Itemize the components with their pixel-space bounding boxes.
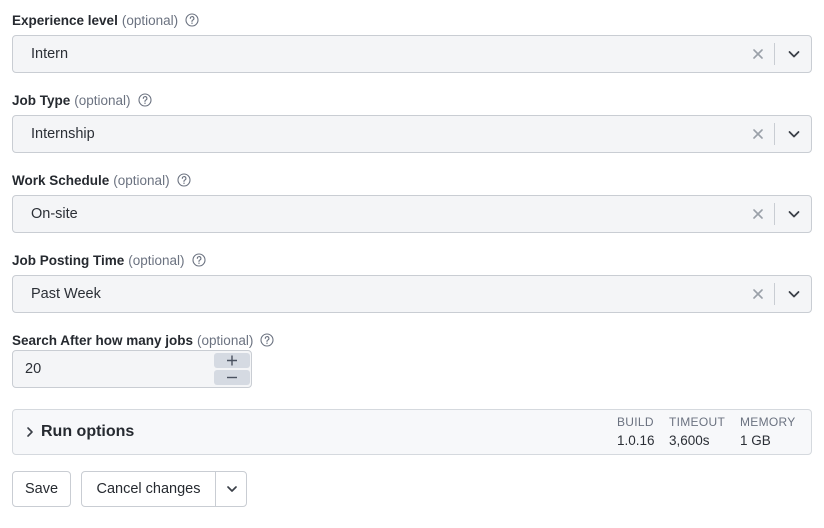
select-value: Intern: [31, 46, 69, 62]
x-icon[interactable]: [751, 47, 765, 61]
field-label: Job Type (optional): [12, 90, 812, 110]
optional-hint: (optional): [113, 172, 170, 188]
memory-value: 1 GB: [740, 433, 771, 448]
jobs-count-field: Search After how many jobs (optional) 20: [12, 330, 812, 388]
memory-info: MEMORY 1 GB: [740, 415, 796, 451]
job-posting-time-select[interactable]: Past Week: [12, 275, 812, 313]
run-options-title[interactable]: Run options: [41, 410, 134, 454]
timeout-info: TIMEOUT 3,600s: [669, 415, 725, 451]
chevron-right-icon[interactable]: [25, 426, 35, 438]
build-label: BUILD: [617, 415, 654, 429]
select-value: Past Week: [31, 286, 101, 302]
job-type-select[interactable]: Internship: [12, 115, 812, 153]
timeout-value: 3,600s: [669, 433, 710, 448]
field-label: Search After how many jobs (optional): [12, 330, 812, 350]
job-type-field: Job Type (optional) Internship: [12, 90, 812, 153]
field-label: Job Posting Time (optional): [12, 250, 812, 270]
field-label: Work Schedule (optional): [12, 170, 812, 190]
plus-icon: [227, 355, 237, 366]
job-posting-time-field: Job Posting Time (optional) Past Week: [12, 250, 812, 313]
memory-label: MEMORY: [740, 415, 796, 429]
increment-button[interactable]: [214, 353, 250, 368]
chevron-down-icon[interactable]: [787, 127, 801, 141]
chevron-down-icon[interactable]: [787, 47, 801, 61]
split-divider: [215, 472, 216, 506]
field-label-text: Job Type: [12, 92, 71, 108]
help-circle-icon[interactable]: [191, 253, 206, 267]
select-divider: [774, 43, 775, 65]
select-value: Internship: [31, 126, 95, 142]
help-circle-icon[interactable]: [177, 173, 191, 187]
chevron-down-icon[interactable]: [787, 287, 801, 301]
optional-hint: (optional): [197, 332, 254, 348]
x-icon[interactable]: [751, 207, 765, 221]
stepper-value[interactable]: 20: [25, 351, 41, 387]
optional-hint: (optional): [121, 12, 179, 28]
select-divider: [774, 123, 775, 145]
cancel-changes-button[interactable]: Cancel changes: [82, 472, 215, 506]
select-divider: [774, 203, 775, 225]
jobs-count-stepper[interactable]: 20: [12, 350, 252, 388]
chevron-down-icon[interactable]: [225, 482, 239, 496]
field-label-text: Work Schedule: [12, 172, 110, 188]
select-value: On-site: [31, 206, 78, 222]
field-label: Experience level (optional): [12, 10, 812, 30]
decrement-button[interactable]: [214, 370, 250, 385]
help-circle-icon[interactable]: [137, 93, 152, 107]
field-label-text: Search After how many jobs: [12, 332, 194, 348]
experience-level-select[interactable]: Intern: [12, 35, 812, 73]
work-schedule-field: Work Schedule (optional) On-site: [12, 170, 812, 233]
select-divider: [774, 283, 775, 305]
help-circle-icon[interactable]: [185, 13, 199, 27]
minus-icon: [227, 376, 237, 379]
timeout-label: TIMEOUT: [669, 415, 726, 429]
work-schedule-select[interactable]: On-site: [12, 195, 812, 233]
save-button[interactable]: Save: [12, 471, 71, 507]
x-icon[interactable]: [751, 127, 765, 141]
cancel-changes-split-button: Cancel changes: [81, 471, 247, 507]
chevron-down-icon[interactable]: [787, 207, 801, 221]
field-label-text: Job Posting Time: [12, 252, 125, 268]
build-info: BUILD 1.0.16: [617, 415, 655, 451]
help-circle-icon[interactable]: [260, 333, 274, 347]
run-options-panel[interactable]: Run options BUILD 1.0.16 TIMEOUT 3,600s …: [12, 409, 812, 455]
optional-hint: (optional): [74, 92, 131, 108]
field-label-text: Experience level: [12, 12, 118, 28]
experience-level-field: Experience level (optional) Intern: [12, 10, 812, 73]
optional-hint: (optional): [128, 252, 185, 268]
x-icon[interactable]: [751, 287, 765, 301]
build-value: 1.0.16: [617, 433, 655, 448]
